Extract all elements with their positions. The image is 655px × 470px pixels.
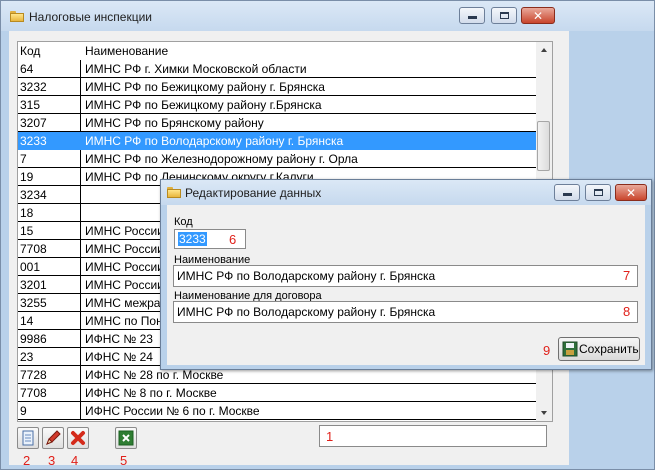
table-row[interactable]: 315 ИМНС РФ по Бежицкому району г.Брянска [18,96,536,114]
export-excel-button[interactable] [115,427,137,449]
table-row[interactable]: 3207 ИМНС РФ по Брянскому району [18,114,536,132]
main-title-bar[interactable]: Налоговые инспекции ✕ [1,1,654,31]
cell-code: 18 [18,204,81,222]
cell-code: 7708 [18,240,81,258]
column-header-name[interactable]: Наименование [85,44,168,58]
annotation-label-3: 3 [48,453,56,468]
main-window-title: Налоговые инспекции [29,10,152,24]
cell-name: ИМНС РФ г. Химки Московской области [81,60,536,78]
cell-code: 3201 [18,276,81,294]
cell-code: 64 [18,60,81,78]
cell-name: ИМНС РФ по Железнодорожному району г. Ор… [81,150,536,168]
scroll-up-icon [541,48,547,52]
cell-code: 315 [18,96,81,114]
table-row[interactable]: 7 ИМНС РФ по Железнодорожному району г. О… [18,150,536,168]
dialog-maximize-button[interactable] [585,184,611,201]
cell-name: ИФНС России № 6 по г. Москве [81,402,536,420]
edit-dialog: Редактирование данных ✕ Код 3233 6 Наиме… [160,179,652,370]
minimize-button[interactable] [459,7,485,24]
cell-code: 23 [18,348,81,366]
code-label: Код [174,216,193,228]
annotation-label-9: 9 [543,343,551,358]
cell-name: ИМНС РФ по Бежицкому району г. Брянска [81,78,536,96]
close-button[interactable]: ✕ [521,7,555,24]
scroll-up-button[interactable] [536,42,552,58]
annotation-label-8: 8 [623,304,631,319]
name-field[interactable]: ИМНС РФ по Володарскому району г. Брянск… [173,265,638,287]
annotation-label-6: 6 [229,232,237,247]
dialog-close-button[interactable]: ✕ [615,184,647,201]
new-document-icon [22,430,34,446]
cell-name: ИМНС РФ по Брянскому району [81,114,536,132]
search-input[interactable] [319,425,547,447]
cell-code: 7708 [18,384,81,402]
scroll-down-button[interactable] [536,405,552,421]
folder-icon [167,187,181,198]
maximize-button[interactable] [491,7,517,24]
new-record-button[interactable] [17,427,39,449]
dialog-title: Редактирование данных [185,186,322,200]
cell-code: 3232 [18,78,81,96]
table-row[interactable]: 7708 ИФНС № 8 по г. Москве [18,384,536,402]
grid-header: Код Наименование [18,42,536,60]
name-value: ИМНС РФ по Володарскому району г. Брянск… [177,269,436,283]
excel-export-icon [118,430,134,446]
dialog-title-bar[interactable]: Редактирование данных ✕ [161,180,651,205]
cell-code: 3255 [18,294,81,312]
cell-code: 3234 [18,186,81,204]
table-row[interactable]: 9 ИФНС России № 6 по г. Москве [18,402,536,420]
annotation-label-1: 1 [326,429,334,444]
cell-code: 19 [18,168,81,186]
save-disk-icon [562,341,578,357]
edit-record-button[interactable] [42,427,64,449]
code-value: 3233 [178,232,207,246]
delete-record-button[interactable] [67,427,89,449]
table-row[interactable]: 3232 ИМНС РФ по Бежицкому району г. Брянс… [18,78,536,96]
dialog-client-area: Код 3233 6 Наименование ИМНС РФ по Волод… [167,205,645,365]
contract-name-value: ИМНС РФ по Володарскому району г. Брянск… [177,305,436,319]
annotation-label-7: 7 [623,268,631,283]
cell-name: ИМНС РФ по Бежицкому району г.Брянска [81,96,536,114]
cell-code: 9986 [18,330,81,348]
pencil-icon [46,430,61,445]
cell-name: ИФНС № 8 по г. Москве [81,384,536,402]
dialog-minimize-button[interactable] [554,184,580,201]
folder-icon [10,11,24,22]
annotation-label-2: 2 [23,453,31,468]
cell-code: 7728 [18,366,81,384]
annotation-label-5: 5 [120,453,128,468]
save-button[interactable]: Сохранить [558,337,640,361]
cell-code: 3233 [18,132,81,150]
scroll-thumb[interactable] [537,121,550,171]
cell-code: 3207 [18,114,81,132]
column-header-code[interactable]: Код [20,44,40,58]
cell-code: 9 [18,402,81,420]
save-button-label: Сохранить [579,342,639,356]
cell-code: 15 [18,222,81,240]
contract-name-field[interactable]: ИМНС РФ по Володарскому району г. Брянск… [173,301,638,323]
cell-code: 001 [18,258,81,276]
table-row-selected[interactable]: 3233 ИМНС РФ по Володарскому району г. Бр… [18,132,536,150]
close-icon: ✕ [533,9,544,23]
annotation-label-4: 4 [71,453,79,468]
scroll-down-icon [541,411,547,415]
delete-x-icon [71,431,85,445]
close-icon: ✕ [626,186,637,200]
table-row[interactable]: 64 ИМНС РФ г. Химки Московской области [18,60,536,78]
cell-code: 7 [18,150,81,168]
cell-name: ИМНС РФ по Володарскому району г. Брянск… [81,132,536,150]
cell-code: 14 [18,312,81,330]
